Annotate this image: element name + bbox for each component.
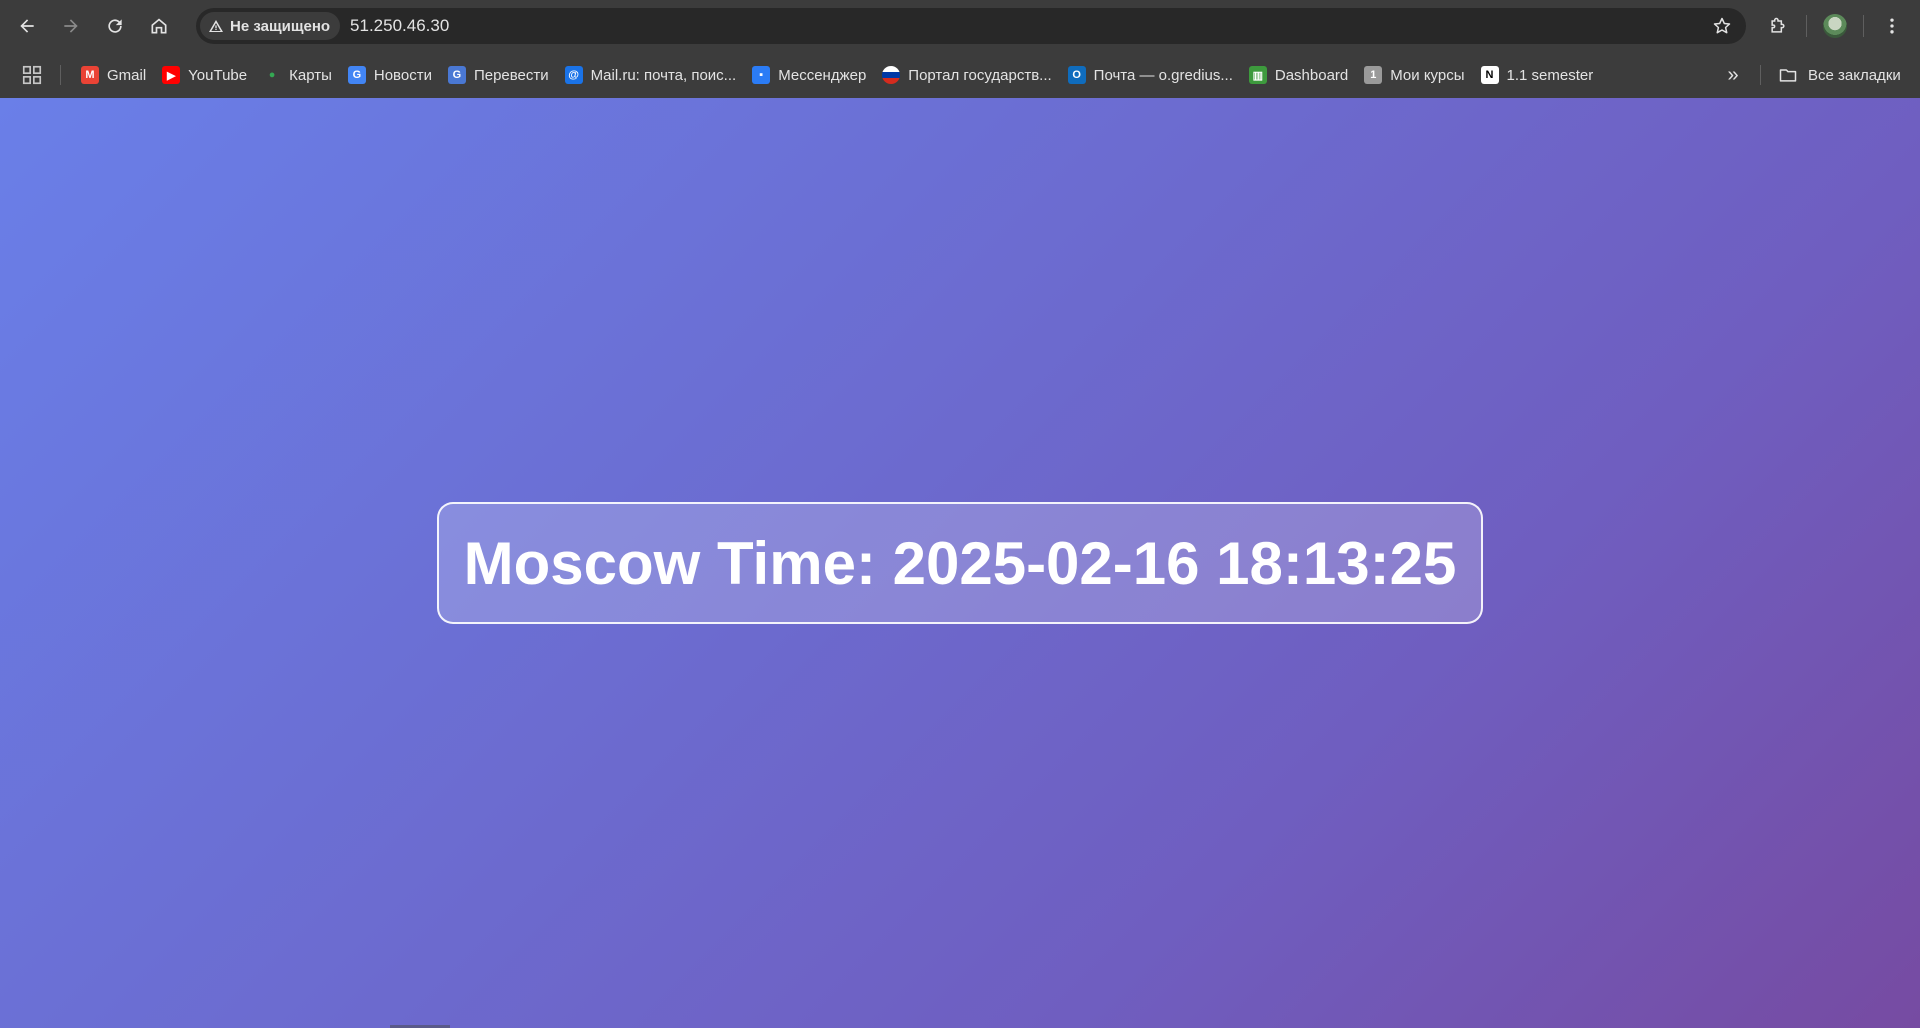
- news-icon: G: [347, 66, 366, 84]
- bookmark-item[interactable]: O Почта — o.gredius...: [1060, 60, 1241, 90]
- bookmark-item[interactable]: G Перевести: [440, 60, 557, 90]
- apps-grid-icon: [22, 65, 42, 85]
- bookmark-label: Mail.ru: почта, поис...: [590, 66, 737, 84]
- bookmark-item[interactable]: N 1.1 semester: [1473, 60, 1602, 90]
- address-bar[interactable]: Не защищено 51.250.46.30: [196, 8, 1746, 44]
- apps-button[interactable]: [20, 63, 44, 87]
- back-button[interactable]: [9, 8, 45, 44]
- gmail-icon: M: [81, 66, 99, 84]
- bookmarks-bar: M Gmail ▶ YouTube ● Карты G Новости G Перевести @ M…: [0, 52, 1920, 98]
- bookmark-list: M Gmail ▶ YouTube ● Карты G Новости G Перевести @ M…: [73, 60, 1601, 90]
- time-card: Moscow Time: 2025-02-16 18:13:25: [437, 502, 1483, 624]
- bookmark-item[interactable]: G Новости: [340, 60, 440, 90]
- bookmark-item[interactable]: ▶ YouTube: [154, 60, 255, 90]
- moscow-time-text: Moscow Time: 2025-02-16 18:13:25: [463, 529, 1457, 597]
- bookmark-label: Перевести: [473, 66, 549, 84]
- double-chevron-icon: »: [1727, 63, 1739, 86]
- dashboard-icon: ▥: [1248, 66, 1267, 84]
- url-text[interactable]: 51.250.46.30: [350, 16, 449, 36]
- bookmark-label: Новости: [373, 66, 432, 84]
- home-button[interactable]: [141, 8, 177, 44]
- toolbar-separator: [1806, 15, 1807, 37]
- extensions-button[interactable]: [1760, 8, 1796, 44]
- security-label: Не защищено: [230, 17, 331, 35]
- gosuslugi-icon: [882, 66, 901, 84]
- bookmark-label: Почта — o.gredius...: [1093, 66, 1233, 84]
- avatar: [1823, 14, 1847, 38]
- warning-triangle-icon: [209, 20, 223, 32]
- bookmark-label: YouTube: [188, 66, 248, 84]
- bookmark-item[interactable]: @ Mail.ru: почта, поис...: [557, 60, 745, 90]
- bookmark-item[interactable]: ▥ Dashboard: [1241, 60, 1356, 90]
- security-indicator[interactable]: Не защищено: [200, 12, 341, 40]
- toolbar-separator: [1863, 15, 1864, 37]
- outlook-icon: O: [1067, 66, 1086, 84]
- reload-icon: [108, 19, 122, 33]
- courses-icon: 1: [1364, 66, 1383, 84]
- bookmark-label: Dashboard: [1274, 66, 1349, 84]
- bookmark-label: Мессенджер: [778, 66, 867, 84]
- forward-button[interactable]: [53, 8, 89, 44]
- reload-button[interactable]: [97, 8, 133, 44]
- toolbar-right: [1760, 8, 1910, 44]
- page-content: Moscow Time: 2025-02-16 18:13:25: [0, 98, 1920, 1028]
- at-sign-icon: @: [564, 66, 583, 84]
- star-icon: [1713, 17, 1731, 34]
- bookmark-label: 1.1 semester: [1506, 66, 1594, 84]
- bookmark-item[interactable]: 1 Мои курсы: [1356, 60, 1472, 90]
- more-bookmarks-button[interactable]: »: [1718, 60, 1748, 90]
- bookmarks-divider: [1760, 65, 1761, 85]
- maps-pin-icon: ●: [268, 69, 276, 81]
- bookmark-item[interactable]: ● Карты: [255, 60, 340, 90]
- browser-toolbar: Не защищено 51.250.46.30: [0, 0, 1920, 52]
- bookmark-item[interactable]: ▪ Мессенджер: [744, 60, 874, 90]
- translate-icon: G: [447, 66, 466, 84]
- bookmark-label: Портал государств...: [908, 66, 1052, 84]
- notion-icon: N: [1480, 66, 1499, 84]
- profile-button[interactable]: [1817, 8, 1853, 44]
- back-arrow-icon: [20, 19, 34, 33]
- bookmark-label: Мои курсы: [1390, 66, 1465, 84]
- forward-arrow-icon: [64, 19, 78, 33]
- puzzle-icon: [1771, 17, 1785, 33]
- bookmark-item[interactable]: Портал государств...: [874, 60, 1059, 90]
- messenger-icon: ▪: [752, 66, 771, 84]
- youtube-icon: ▶: [162, 66, 181, 84]
- all-bookmarks-button[interactable]: Все закладки: [1778, 60, 1901, 90]
- bookmark-label: Gmail: [107, 66, 147, 84]
- bookmark-star-button[interactable]: [1708, 12, 1736, 40]
- bookmarks-divider: [60, 65, 61, 85]
- bookmark-label: Карты: [289, 66, 332, 84]
- all-bookmarks-label: Все закладки: [1808, 66, 1901, 84]
- bookmark-item[interactable]: M Gmail: [73, 60, 154, 90]
- kebab-menu-icon: [1890, 18, 1894, 34]
- browser-menu-button[interactable]: [1874, 8, 1910, 44]
- folder-icon: [1779, 69, 1797, 82]
- home-icon: [151, 18, 167, 34]
